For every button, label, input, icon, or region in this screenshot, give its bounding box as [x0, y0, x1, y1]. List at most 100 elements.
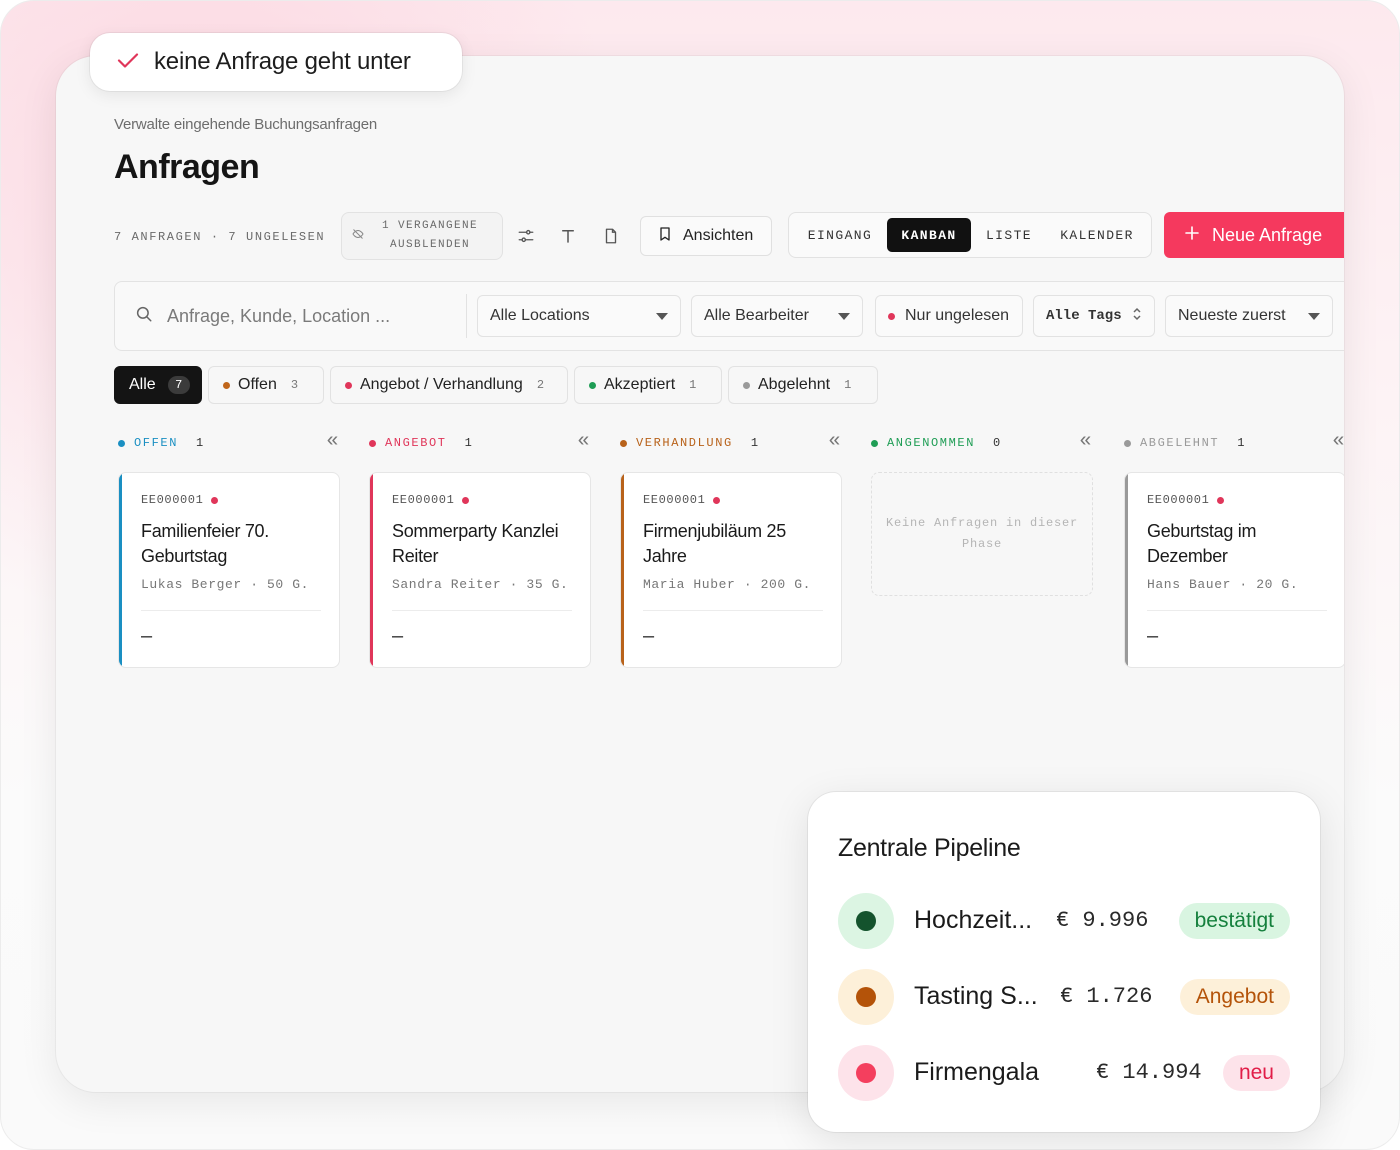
chip-akzeptiert[interactable]: Akzeptiert 1	[574, 366, 722, 404]
card-accent	[370, 473, 373, 667]
pipeline-row-name: Firmengala	[914, 1058, 1040, 1086]
unread-dot-icon	[888, 312, 895, 320]
plus-icon	[1184, 225, 1200, 246]
card-id: EE000001	[1147, 493, 1225, 507]
chip-abgelehnt[interactable]: Abgelehnt 1	[728, 366, 878, 404]
chip-angebot[interactable]: Angebot / Verhandlung 2	[330, 366, 568, 404]
status-dot-icon	[743, 381, 750, 389]
status-dot-icon	[856, 987, 876, 1007]
card-accent	[621, 473, 624, 667]
collapse-icon[interactable]: «	[577, 431, 591, 453]
updown-chevron-icon	[1132, 307, 1142, 326]
card-id-text: EE000001	[1147, 493, 1210, 507]
empty-column-placeholder: Keine Anfragen in dieser Phase	[871, 472, 1093, 596]
request-card[interactable]: EE000001 Familienfeier 70. Geburtstag Lu…	[118, 472, 340, 668]
tab-kalender[interactable]: KALENDER	[1047, 218, 1147, 252]
card-divider	[141, 610, 321, 611]
status-dot-icon	[1124, 439, 1131, 447]
chip-count: 7	[167, 376, 190, 394]
page-title: Anfragen	[114, 148, 260, 186]
tags-select-value: Alle Tags	[1046, 308, 1122, 324]
column-name: VERHANDLUNG	[636, 436, 733, 450]
editor-select[interactable]: Alle Bearbeiter	[691, 295, 863, 337]
card-title: Firmenjubiläum 25 Jahre	[643, 521, 786, 566]
chip-count: 1	[844, 378, 852, 392]
toolbar: 7 ANFRAGEN · 7 UNGELESEN 1 VERGANGENE AU…	[56, 212, 1344, 262]
status-dot-icon	[345, 381, 352, 389]
card-accent	[119, 473, 122, 667]
pipeline-row-status: Angebot	[1179, 979, 1290, 1015]
collapse-icon[interactable]: «	[1332, 431, 1344, 453]
status-dot-icon	[620, 439, 627, 447]
chip-label: Angebot / Verhandlung	[360, 376, 523, 393]
status-dot-icon	[223, 381, 230, 389]
card-id-text: EE000001	[392, 493, 455, 507]
card-id-text: EE000001	[643, 493, 706, 507]
card-footer: –	[141, 625, 153, 647]
pipeline-row-name: Tasting S...	[914, 982, 1038, 1010]
card-footer: –	[643, 625, 655, 647]
request-card[interactable]: EE000001 Geburtstag im Dezember Hans Bau…	[1124, 472, 1344, 668]
column-header: ANGEBOT 1 «	[369, 431, 591, 455]
card-meta: Hans Bauer · 20 G.	[1147, 577, 1299, 592]
card-id: EE000001	[141, 493, 219, 507]
unread-toggle[interactable]: Nur ungelesen	[875, 295, 1023, 337]
card-divider	[392, 610, 572, 611]
tab-eingang[interactable]: EINGANG	[793, 218, 887, 252]
chip-count: 2	[536, 378, 545, 392]
card-divider	[1147, 610, 1327, 611]
status-dot-icon	[871, 439, 878, 447]
pipeline-title: Zentrale Pipeline	[838, 834, 1021, 862]
card-divider	[643, 610, 823, 611]
column-header: ABGELEHNT 1 «	[1124, 431, 1344, 455]
tags-select[interactable]: Alle Tags	[1033, 295, 1155, 337]
chip-count: 1	[689, 378, 697, 392]
kanban-column-angenommen: ANGENOMMEN 0 « Keine Anfragen in dieser …	[871, 431, 1093, 596]
text-format-icon[interactable]	[556, 224, 580, 248]
page-subtitle: Verwalte eingehende Buchungsanfragen	[114, 116, 378, 133]
feature-badge-text: keine Anfrage geht unter	[154, 48, 411, 75]
card-meta: Sandra Reiter · 35 G.	[392, 577, 569, 592]
column-count: 1	[464, 436, 474, 450]
hide-past-button[interactable]: 1 VERGANGENE AUSBLENDEN	[341, 212, 503, 260]
card-footer: –	[1147, 625, 1159, 647]
column-name: ANGEBOT	[385, 436, 447, 450]
chip-alle[interactable]: Alle 7	[114, 366, 202, 404]
status-bubble	[838, 969, 894, 1025]
filter-divider	[466, 294, 467, 338]
sort-select[interactable]: Neueste zuerst	[1165, 295, 1333, 337]
document-icon[interactable]	[599, 224, 623, 248]
pipeline-row[interactable]: Hochzeit... € 9.996 bestätigt	[838, 893, 1290, 949]
status-dot-icon	[589, 381, 596, 389]
unread-toggle-label: Nur ungelesen	[905, 307, 1010, 324]
tab-liste[interactable]: LISTE	[971, 218, 1047, 252]
search-placeholder: Anfrage, Kunde, Location ...	[167, 305, 391, 326]
filter-bar: Anfrage, Kunde, Location ... Alle Locati…	[114, 281, 1344, 351]
pipeline-row[interactable]: Firmengala € 14.994 neu	[838, 1045, 1290, 1101]
request-card[interactable]: EE000001 Firmenjubiläum 25 Jahre Maria H…	[620, 472, 842, 668]
column-count: 1	[1237, 436, 1247, 450]
request-card[interactable]: EE000001 Sommerparty Kanzlei Reiter Sand…	[369, 472, 591, 668]
chip-label: Offen	[238, 376, 277, 393]
views-button[interactable]: Ansichten	[640, 216, 772, 256]
pipeline-row-amount: € 9.996	[1056, 908, 1149, 933]
collapse-icon[interactable]: «	[1079, 431, 1093, 453]
collapse-icon[interactable]: «	[326, 431, 340, 453]
pipeline-row[interactable]: Tasting S... € 1.726 Angebot	[838, 969, 1290, 1025]
status-bubble	[838, 893, 894, 949]
kanban-column-angebot: ANGEBOT 1 « EE000001 Sommerparty Kanzlei…	[369, 431, 591, 668]
filter-sliders-icon[interactable]	[514, 224, 538, 248]
feature-badge: keine Anfrage geht unter	[90, 33, 462, 91]
pipeline-card: Zentrale Pipeline Hochzeit... € 9.996 be…	[808, 792, 1320, 1132]
unread-dot-icon	[211, 496, 219, 504]
chip-offen[interactable]: Offen 3	[208, 366, 324, 404]
collapse-icon[interactable]: «	[828, 431, 842, 453]
pipeline-row-name: Hochzeit...	[914, 906, 1033, 934]
location-select[interactable]: Alle Locations	[477, 295, 681, 337]
tab-kanban[interactable]: KANBAN	[887, 218, 971, 252]
card-meta: Maria Huber · 200 G.	[643, 577, 812, 592]
column-header: ANGENOMMEN 0 «	[871, 431, 1093, 455]
new-request-button[interactable]: Neue Anfrage	[1164, 212, 1344, 258]
search-field[interactable]: Anfrage, Kunde, Location ...	[135, 282, 465, 350]
column-name: ANGENOMMEN	[887, 436, 976, 450]
